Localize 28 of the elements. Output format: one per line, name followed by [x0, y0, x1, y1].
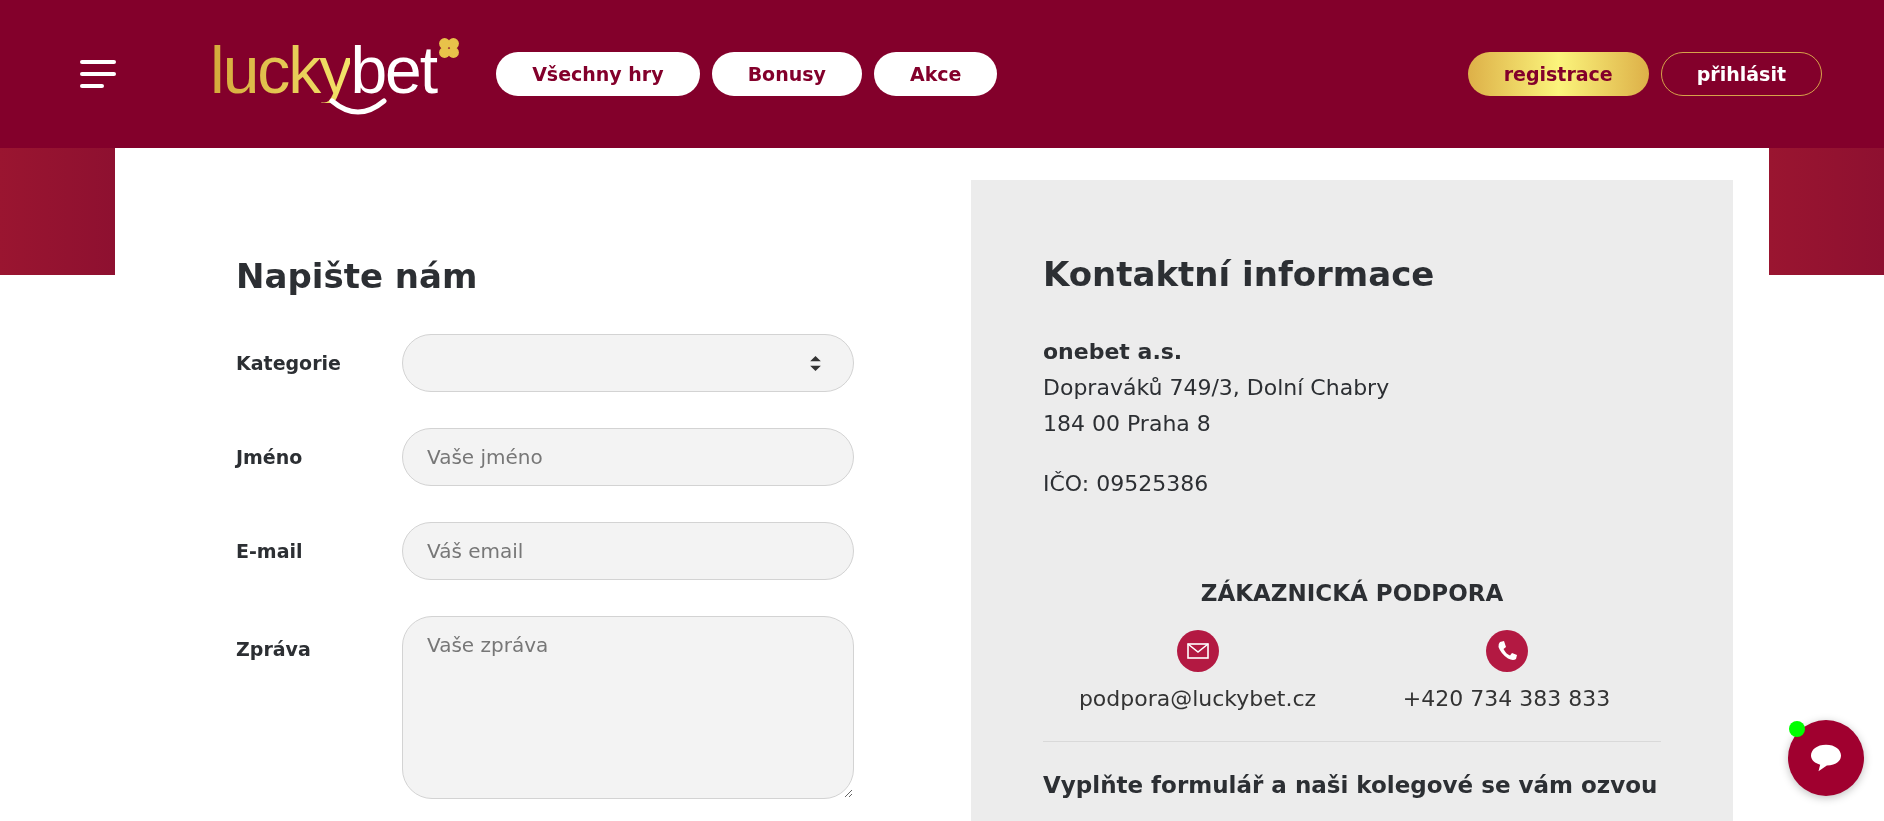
- chat-button[interactable]: [1788, 720, 1864, 796]
- speech-bubble-icon: [1809, 743, 1843, 773]
- menu-icon[interactable]: [80, 60, 116, 88]
- address-line: 184 00 Praha 8: [1043, 410, 1212, 438]
- message-field[interactable]: Vaše zpráva: [402, 616, 854, 799]
- field-label: Jméno: [236, 446, 304, 468]
- nav-button[interactable]: Akce: [873, 52, 998, 96]
- phone-link[interactable]: +420 734 383 833: [1402, 686, 1611, 711]
- envelope-icon: [1176, 630, 1219, 672]
- support-title: ZÁKAZNICKÁ PODPORA: [1199, 580, 1505, 606]
- company-id: IČO: 09525386: [1043, 470, 1210, 498]
- company-name: onebet a.s.: [1043, 338, 1184, 366]
- email-link[interactable]: podpora@luckybet.cz: [1078, 686, 1317, 711]
- input-field[interactable]: Váš email: [402, 522, 854, 580]
- form-title: Napište nám: [236, 256, 479, 296]
- nav-button[interactable]: Bonusy: [711, 52, 862, 96]
- nav-button[interactable]: Všechny hry: [496, 52, 700, 96]
- logo[interactable]: luckybet: [210, 37, 461, 117]
- form-note: Vyplňte formulář a naši kolegové se vám ozvou: [1043, 772, 1659, 798]
- field-label: E-mail: [236, 540, 304, 562]
- register-button[interactable]: registrace: [1467, 52, 1649, 96]
- input-field[interactable]: Vaše jméno: [402, 428, 854, 486]
- phone-icon: [1485, 630, 1528, 672]
- sort-arrows-icon: [810, 355, 821, 371]
- field-label: Kategorie: [236, 352, 342, 374]
- contact-title: Kontaktní informace: [1043, 254, 1436, 294]
- field-label: Zpráva: [236, 638, 312, 660]
- address-line: Dopraváků 749/3, Dolní Chabry: [1043, 374, 1391, 402]
